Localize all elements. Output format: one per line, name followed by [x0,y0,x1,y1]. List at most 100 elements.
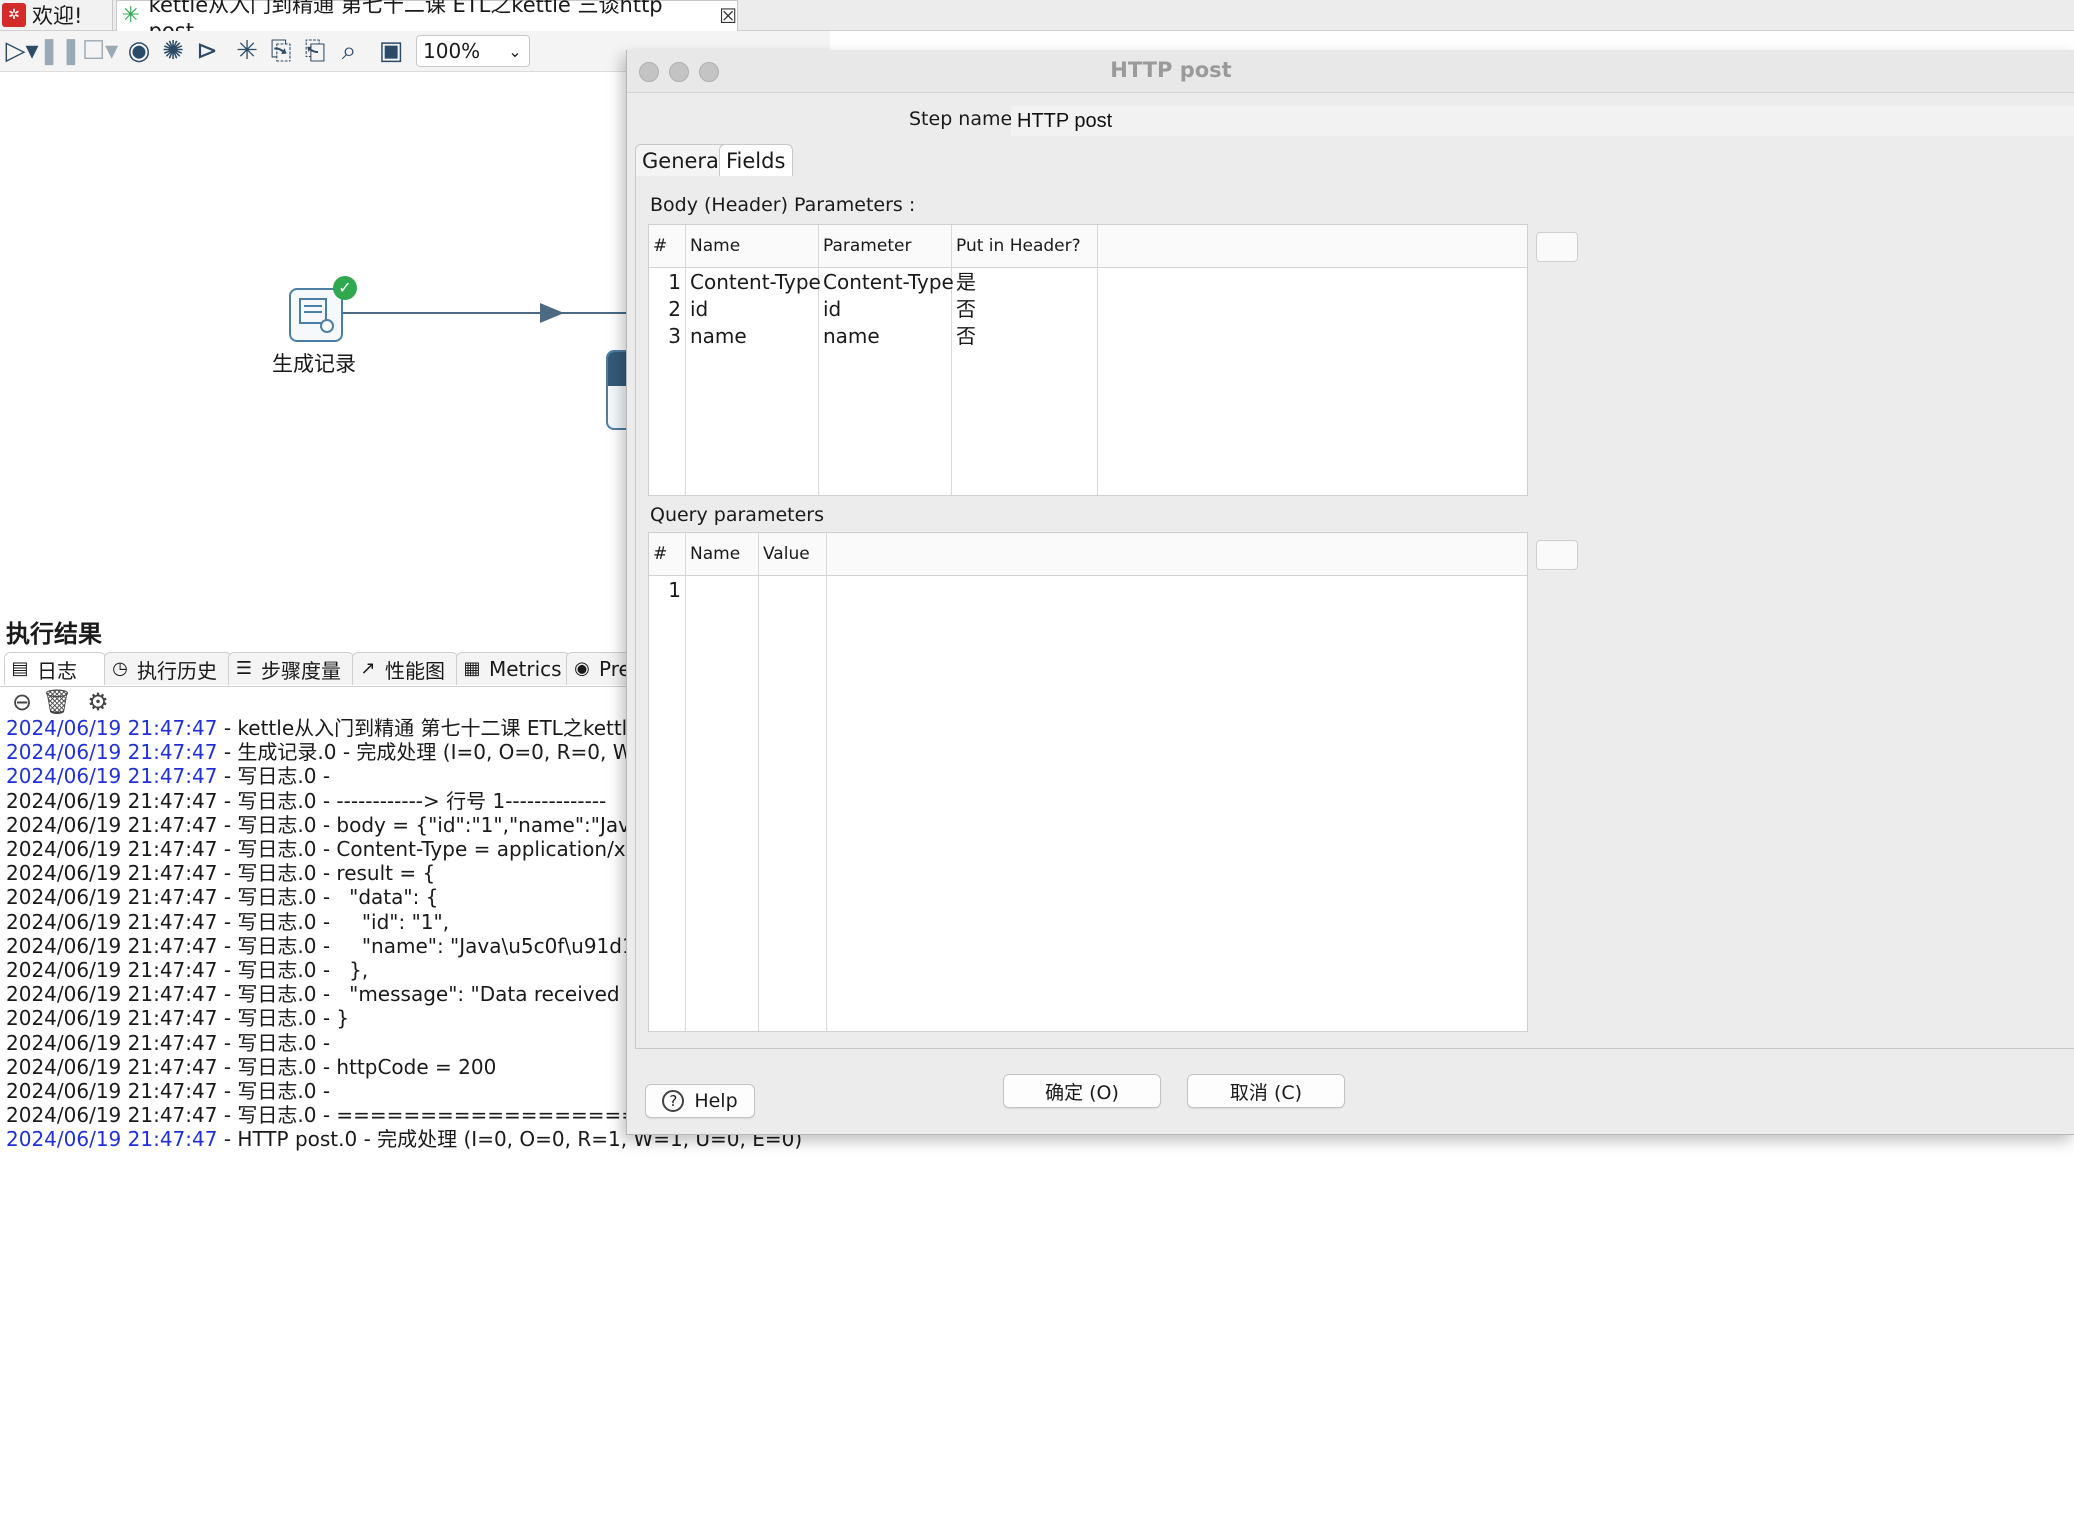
table-cell[interactable] [763,577,825,604]
cancel-button[interactable]: 取消 (C) [1187,1074,1345,1108]
hop-connector[interactable] [340,312,626,314]
log-message: - kettle从入门到精通 第七十二课 ETL之kettle 三 [217,716,666,740]
log-settings-button[interactable]: ⚙ [84,688,112,716]
tab-label: Metrics [489,657,562,681]
log-timestamp: 2024/06/19 21:47:47 [6,1030,218,1055]
replay-button[interactable]: ⊳ [192,35,222,67]
step-label: 生成记录 [272,352,356,376]
trash-icon: 🗑 [42,688,73,716]
log-message: - 写日志.0 - Content-Type = application/x-w… [217,837,682,862]
tab-general[interactable]: General [635,144,732,177]
tab-label: 性能图 [385,658,445,683]
stop-icon: ☐▾ [81,36,119,66]
run-button[interactable]: ▷▾ [2,35,42,67]
step-name-label: Step name [909,108,1013,130]
body-params-table[interactable]: # Name Parameter Put in Header? 1 Content… [648,224,1528,496]
log-message: - 生成记录.0 - 完成处理 (I=0, O=0, R=0, W=1, U [217,740,690,765]
log-icon: ▤ [11,658,29,679]
chart-icon: ↗ [360,658,376,679]
stop-button[interactable]: ☐▾ [80,35,120,67]
tab-log[interactable]: ▤ 日志 [4,652,106,685]
table-header: # Name Value [649,533,1527,576]
stop-log-button[interactable]: ⊖ [8,688,36,716]
table-cell[interactable]: name [690,323,818,350]
verify-button[interactable]: ✳ [232,35,262,67]
sql-button[interactable]: ⎗ [300,35,330,67]
preview-button[interactable]: ◉ [124,35,154,67]
column-header: # [649,533,686,575]
log-message: - 写日志.0 - [217,764,331,789]
table-cell[interactable]: id [823,296,951,323]
log-message: - 写日志.0 - body = {"id":"1","name":"Java小… [217,812,683,837]
table-cell[interactable]: id [690,296,818,323]
query-params-table[interactable]: # Name Value 1 [648,532,1528,1032]
table-cell[interactable]: 否 [956,323,1096,350]
generate-rows-step[interactable] [289,288,343,342]
query-params-side-button[interactable] [1536,540,1578,570]
tab-metrics[interactable]: ▦ Metrics [456,652,570,685]
tab-performance[interactable]: ↗ 性能图 [352,652,458,685]
tab-step-metrics[interactable]: ☰ 步骤度量 [228,652,354,685]
gear-icon: ⚙ [87,688,109,716]
table-cell[interactable]: 否 [956,296,1096,323]
ok-button[interactable]: 确定 (O) [1003,1074,1161,1108]
dialog-title: HTTP post [1110,58,1232,82]
log-timestamp: 2024/06/19 21:47:47 [6,909,218,934]
column-header: Parameter [819,225,952,267]
table-cell[interactable]: Content-Type [690,269,821,296]
log-message: - 写日志.0 - [217,1030,331,1055]
help-label: Help [694,1090,738,1112]
chevron-down-icon: ⌄ [508,41,522,61]
zoom-select[interactable]: 100% ⌄ [416,35,530,67]
tab-label: 日志 [37,658,77,683]
column-divider [826,575,827,1031]
generate-rows-icon [299,298,334,333]
table-cell[interactable] [690,577,756,604]
kettle-logo-icon: ✲ [2,3,26,27]
log-message: - 写日志.0 - "id": "1", [217,909,450,934]
help-button[interactable]: ? Help [645,1084,755,1118]
log-timestamp: 2024/06/19 21:47:47 [6,982,218,1007]
log-message: - 写日志.0 - result = { [217,861,436,886]
success-check-icon: ✓ [333,276,357,300]
eye-icon: ◉ [127,36,151,66]
log-timestamp: 2024/06/19 21:47:47 [6,1127,218,1152]
log-message: - 写日志.0 - "data": { [217,885,439,910]
fields-tab-content: Body (Header) Parameters : # Name Parame… [635,176,2074,1049]
table-cell[interactable]: Content-Type [823,269,954,296]
log-message: - 写日志.0 - }, [217,958,369,983]
table-cell[interactable]: 是 [956,269,1096,296]
column-divider [685,267,686,495]
tab-fields[interactable]: Fields [719,144,793,177]
results-panel-title: 执行结果 [6,620,102,648]
play-icon: ▷▾ [5,36,39,66]
eye-icon: ◉ [574,658,590,679]
log-toolbar: ⊖ 🗑 ⚙ [6,688,206,718]
clear-log-button[interactable]: 🗑 [42,688,73,716]
tab-history[interactable]: ◷ 执行历史 [104,652,232,685]
explore-db-button[interactable]: ⌕ [334,35,364,67]
column-header: Put in Header? [952,225,1098,267]
show-results-button[interactable]: ▣ [376,35,406,67]
log-timestamp: 2024/06/19 21:47:47 [6,1103,218,1128]
log-timestamp: 2024/06/19 21:47:47 [6,933,218,958]
log-timestamp: 2024/06/19 21:47:47 [6,837,218,862]
pause-button[interactable]: ❚❚ [38,35,82,67]
column-header: Value [759,533,827,575]
log-timestamp: 2024/06/19 21:47:47 [6,1079,218,1104]
dialog-titlebar: HTTP post [627,50,2074,93]
tab-transformation[interactable]: ✳ kettle从入门到精通 第七十二课 ETL之kettle 三谈http p… [116,0,738,43]
table-cell[interactable]: name [823,323,951,350]
debug-button[interactable]: ✺ [158,35,188,67]
impact-button[interactable]: ⎘ [266,35,296,67]
body-params-label: Body (Header) Parameters : [650,194,916,216]
close-tab-icon[interactable]: ☒ [719,4,737,28]
tab-welcome[interactable]: ✲ 欢迎! [0,0,113,30]
body-params-side-button[interactable] [1536,232,1578,262]
help-icon: ? [662,1090,685,1112]
explore-icon: ⌕ [341,35,357,66]
verify-icon: ✳ [236,36,258,66]
step-name-input[interactable] [1011,106,2074,136]
hop-arrow-icon [540,303,564,323]
metrics-icon: ▦ [463,658,481,679]
